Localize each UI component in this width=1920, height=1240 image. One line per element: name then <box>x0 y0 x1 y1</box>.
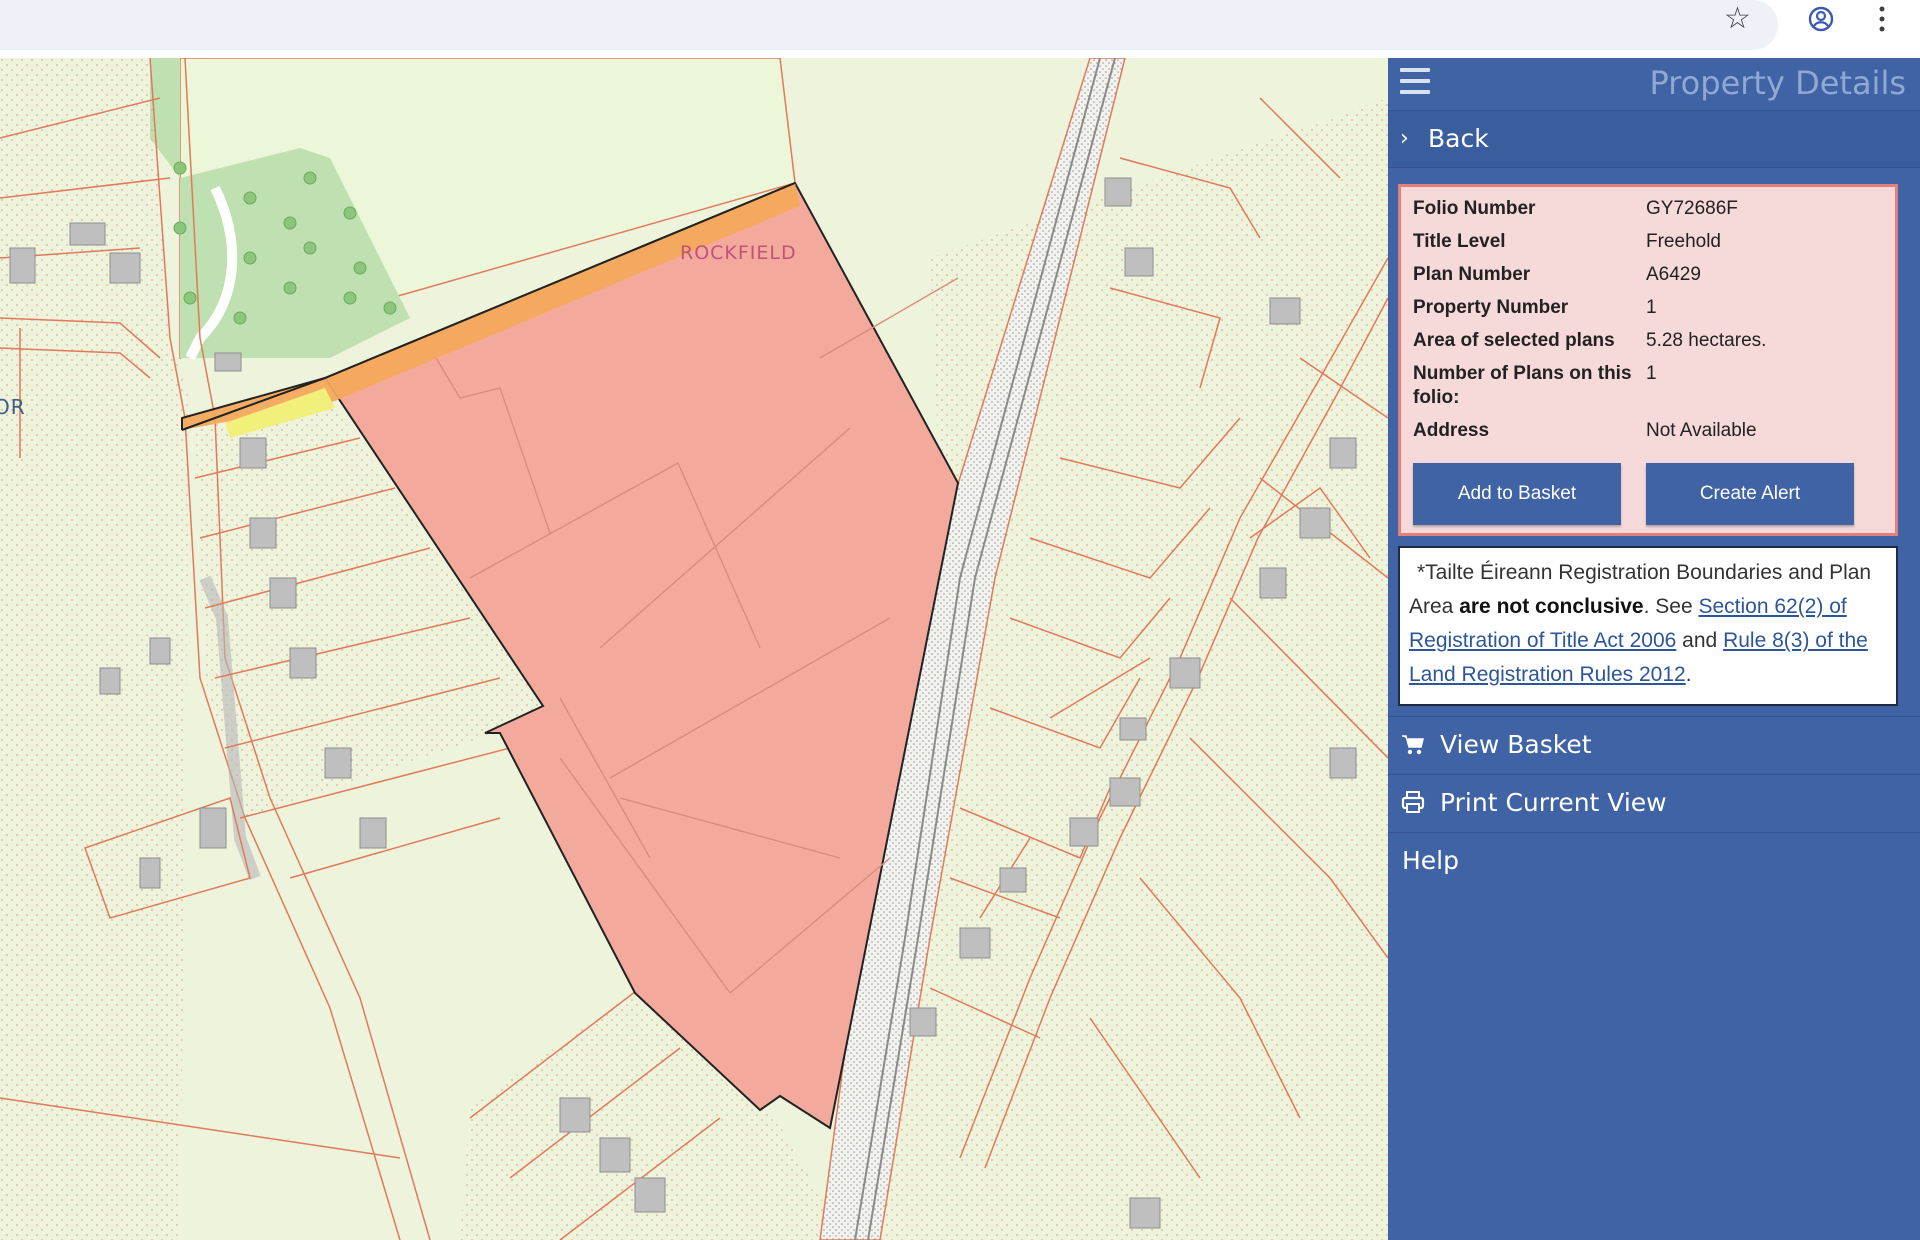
view-basket-item[interactable]: View Basket <box>1388 716 1920 773</box>
map-canvas[interactable]: ROCKFIELD OR <box>0 58 1388 1240</box>
title-level-label: Title Level <box>1413 231 1506 252</box>
print-current-view-label: Print Current View <box>1440 788 1667 817</box>
detail-row-folio: Folio Number GY72686F <box>1413 195 1889 230</box>
browser-toolbar: ☆ <box>0 0 1920 58</box>
detail-row-property-number: Property Number 1 <box>1413 296 1889 329</box>
property-details-panel: Property Details › Back Folio Number GY7… <box>1388 58 1920 1240</box>
panel-header: Property Details <box>1388 58 1920 111</box>
disclaimer-box: *Tailte Éireann Registration Boundaries … <box>1398 546 1898 706</box>
more-vert-icon[interactable] <box>1878 6 1886 32</box>
property-details-table: Folio Number GY72686F Title Level Freeho… <box>1413 195 1889 452</box>
view-basket-label: View Basket <box>1440 730 1592 759</box>
help-label: Help <box>1402 846 1459 875</box>
add-to-basket-button[interactable]: Add to Basket <box>1413 463 1621 525</box>
disclaimer-see: . See <box>1643 595 1693 618</box>
chevron-right-icon: › <box>1400 126 1409 151</box>
back-button[interactable]: › Back <box>1388 111 1920 168</box>
num-plans-label: Number of Plans on this folio: <box>1413 363 1632 408</box>
detail-row-plan-number: Plan Number A6429 <box>1413 263 1889 296</box>
address-bar[interactable] <box>0 0 1778 50</box>
property-number-value: 1 <box>1646 297 1657 318</box>
help-item[interactable]: Help <box>1388 832 1920 889</box>
area-label: Area of selected plans <box>1413 330 1615 351</box>
address-label: Address <box>1413 420 1490 441</box>
title-level-value: Freehold <box>1646 231 1721 252</box>
detail-row-title-level: Title Level Freehold <box>1413 230 1889 263</box>
disclaimer-and: and <box>1682 629 1718 652</box>
address-value: Not Available <box>1646 420 1757 441</box>
property-number-label: Property Number <box>1413 297 1569 318</box>
folio-number-label: Folio Number <box>1413 198 1536 219</box>
create-alert-button[interactable]: Create Alert <box>1646 463 1854 525</box>
shopping-cart-icon <box>1402 735 1424 755</box>
disclaimer-end: . <box>1685 663 1692 686</box>
detail-row-address: Address Not Available <box>1413 419 1889 452</box>
map-label-partial: OR <box>0 395 26 419</box>
folio-number-value: GY72686F <box>1646 198 1738 219</box>
plan-number-label: Plan Number <box>1413 264 1531 285</box>
plan-number-value: A6429 <box>1646 264 1701 285</box>
map-svg: ROCKFIELD OR <box>0 58 1388 1240</box>
disclaimer-bold: are not conclusive <box>1459 595 1644 618</box>
area-value: 5.28 hectares. <box>1646 330 1767 351</box>
detail-row-num-plans: Number of Plans on this folio: 1 <box>1413 362 1889 419</box>
detail-row-area: Area of selected plans 5.28 hectares. <box>1413 329 1889 362</box>
back-label: Back <box>1428 124 1489 153</box>
print-icon <box>1401 791 1425 813</box>
panel-title: Property Details <box>1649 64 1906 102</box>
num-plans-value: 1 <box>1646 363 1657 384</box>
profile-icon[interactable] <box>1808 6 1834 32</box>
star-icon[interactable]: ☆ <box>1724 4 1751 34</box>
print-current-view-item[interactable]: Print Current View <box>1388 774 1920 831</box>
map-label-rockfield: ROCKFIELD <box>680 242 797 264</box>
property-details-card: Folio Number GY72686F Title Level Freeho… <box>1398 184 1898 536</box>
hamburger-menu-icon[interactable] <box>1400 68 1430 94</box>
